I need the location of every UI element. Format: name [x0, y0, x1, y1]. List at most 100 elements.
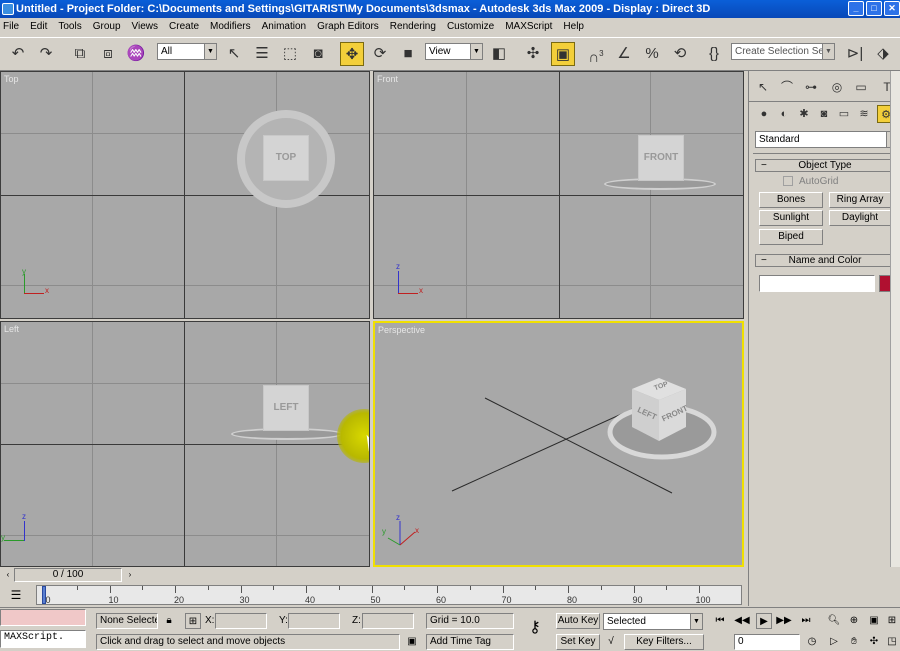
z-coordinate-field[interactable] — [362, 613, 414, 629]
zoom-all-icon[interactable]: ⊕ — [846, 613, 862, 629]
x-coordinate-field[interactable] — [215, 613, 267, 629]
time-configuration-icon[interactable]: ◷ — [804, 634, 820, 650]
default-tangent-icon[interactable]: √ — [603, 634, 619, 650]
pan-view-icon[interactable]: ✋︎ — [846, 634, 862, 650]
command-panel-scrollbar[interactable] — [890, 71, 900, 567]
biped-button[interactable]: Biped — [759, 229, 823, 245]
time-slider-next[interactable]: › — [122, 567, 138, 583]
modify-tab-icon[interactable]: ⌒ — [777, 75, 797, 97]
named-selection-set-dropdown[interactable]: Create Selection Set ▼ — [731, 43, 835, 60]
autogrid-checkbox[interactable] — [783, 176, 793, 186]
previous-frame-icon[interactable]: ◀◀ — [734, 613, 750, 629]
hierarchy-tab-icon[interactable]: ⊶ — [801, 75, 821, 97]
field-of-view-icon[interactable]: ▷ — [826, 634, 842, 650]
keyboard-shortcut-icon[interactable]: ▣ — [551, 42, 575, 66]
maximize-button[interactable]: □ — [866, 1, 882, 16]
space-warps-icon[interactable]: ≋ — [855, 105, 873, 123]
viewport-label[interactable]: Top — [4, 74, 19, 84]
zoom-extents-icon[interactable]: ▣ — [866, 613, 882, 629]
menu-modifiers[interactable]: Modifiers — [210, 21, 251, 32]
cameras-icon[interactable]: ◙ — [815, 105, 833, 123]
menu-create[interactable]: Create — [169, 21, 199, 32]
selection-filter-dropdown[interactable]: All ▼ — [157, 43, 217, 60]
helpers-icon[interactable]: ▭ — [835, 105, 853, 123]
use-pivot-icon[interactable]: ◧ — [487, 42, 511, 66]
minimize-button[interactable]: _ — [848, 1, 864, 16]
bind-space-warp-icon[interactable]: ♒ — [124, 42, 148, 66]
menu-customize[interactable]: Customize — [447, 21, 494, 32]
viewport-perspective[interactable]: Perspective TOP LEFT FRONT z x y — [373, 321, 744, 567]
sunlight-button[interactable]: Sunlight — [759, 210, 823, 226]
maximize-viewport-icon[interactable]: ◳ — [884, 634, 900, 650]
track-bar[interactable]: ☰ 0 10 20 30 40 50 60 70 80 90 100 — [0, 583, 748, 607]
lights-icon[interactable]: ✱ — [795, 105, 813, 123]
y-coordinate-field[interactable] — [288, 613, 340, 629]
viewport-left[interactable]: Left LEFT z y — [0, 321, 370, 567]
select-and-scale-icon[interactable]: ■ — [396, 42, 420, 66]
snaps-toggle-icon[interactable]: ∩3 — [584, 42, 608, 66]
bones-button[interactable]: Bones — [759, 192, 823, 208]
viewport-top[interactable]: Top TOP y x — [0, 71, 370, 319]
viewport-label[interactable]: Left — [4, 324, 19, 334]
menu-graph-editors[interactable]: Graph Editors — [317, 21, 379, 32]
window-crossing-icon[interactable]: ◙ — [306, 42, 330, 66]
redo-icon[interactable]: ↷ — [34, 42, 58, 66]
viewport-label[interactable]: Front — [377, 74, 398, 84]
angle-snap-icon[interactable]: ∠ — [612, 42, 636, 66]
name-and-color-rollout-header[interactable]: − Name and Color — [755, 254, 895, 267]
motion-tab-icon[interactable]: ◎ — [827, 75, 847, 97]
menu-tools[interactable]: Tools — [58, 21, 81, 32]
undo-icon[interactable]: ↶ — [6, 42, 30, 66]
app-icon[interactable] — [2, 3, 14, 15]
select-and-link-icon[interactable]: ⧉ — [68, 42, 92, 66]
spinner-snap-icon[interactable]: ⟲ — [668, 42, 692, 66]
current-frame-marker[interactable] — [42, 586, 46, 604]
time-slider-thumb[interactable]: 0 / 100 — [14, 568, 122, 582]
key-filters-button[interactable]: Key Filters... — [624, 634, 704, 650]
set-key-mode-icon[interactable]: ⚷ — [522, 620, 548, 636]
select-object-icon[interactable]: ↖ — [222, 42, 246, 66]
percent-snap-icon[interactable]: % — [640, 42, 664, 66]
reference-coordinate-dropdown[interactable]: View ▼ — [425, 43, 483, 60]
play-icon[interactable]: ▶ — [756, 613, 772, 629]
viewport-front[interactable]: Front FRONT z x — [373, 71, 744, 319]
object-name-field[interactable] — [759, 275, 875, 292]
close-button[interactable]: ✕ — [884, 1, 900, 16]
menu-maxscript[interactable]: MAXScript — [505, 21, 552, 32]
menu-edit[interactable]: Edit — [30, 21, 47, 32]
selection-lock-icon[interactable]: 🔒︎ — [161, 613, 177, 629]
select-and-rotate-icon[interactable]: ⟳ — [368, 42, 392, 66]
viewcube[interactable]: TOP — [264, 136, 308, 180]
go-to-start-icon[interactable]: ⏮ — [712, 613, 728, 629]
viewcube[interactable]: FRONT — [639, 136, 683, 180]
category-dropdown[interactable]: Standard▼ — [755, 131, 899, 148]
menu-group[interactable]: Group — [93, 21, 121, 32]
zoom-extents-all-icon[interactable]: ⊞ — [884, 613, 900, 629]
align-icon[interactable]: ⬗ — [871, 42, 895, 66]
create-tab-icon[interactable]: ↖ — [753, 75, 773, 97]
menu-file[interactable]: File — [3, 21, 19, 32]
maxscript-listener-top[interactable] — [0, 609, 86, 626]
object-type-rollout-header[interactable]: − Object Type — [755, 159, 895, 172]
current-frame-field[interactable]: 0 — [734, 634, 800, 650]
go-to-end-icon[interactable]: ⏭ — [798, 613, 814, 629]
mirror-icon[interactable]: ⊳| — [843, 42, 867, 66]
add-time-tag-button[interactable]: Add Time Tag — [426, 634, 514, 650]
unlink-icon[interactable]: ⧈ — [96, 42, 120, 66]
menu-help[interactable]: Help — [563, 21, 584, 32]
maxscript-listener[interactable]: MAXScript. — [0, 630, 86, 648]
shapes-icon[interactable]: ◐ — [775, 105, 793, 123]
display-tab-icon[interactable]: ▭ — [851, 75, 871, 97]
absolute-mode-icon[interactable]: ⊞ — [185, 613, 201, 629]
menu-animation[interactable]: Animation — [262, 21, 306, 32]
manipulate-icon[interactable]: ✣ — [521, 42, 545, 66]
menu-rendering[interactable]: Rendering — [390, 21, 436, 32]
orbit-icon[interactable]: ✣ — [866, 634, 882, 650]
rectangular-selection-icon[interactable]: ⬚ — [278, 42, 302, 66]
select-and-move-icon[interactable]: ✥ — [340, 42, 364, 66]
menu-views[interactable]: Views — [132, 21, 159, 32]
set-key-button[interactable]: Set Key — [556, 634, 600, 650]
ring-array-button[interactable]: Ring Array — [829, 192, 891, 208]
key-mode-dropdown[interactable]: Selected ▼ — [603, 613, 703, 630]
time-slider[interactable]: ‹ 0 / 100 › — [0, 567, 748, 583]
